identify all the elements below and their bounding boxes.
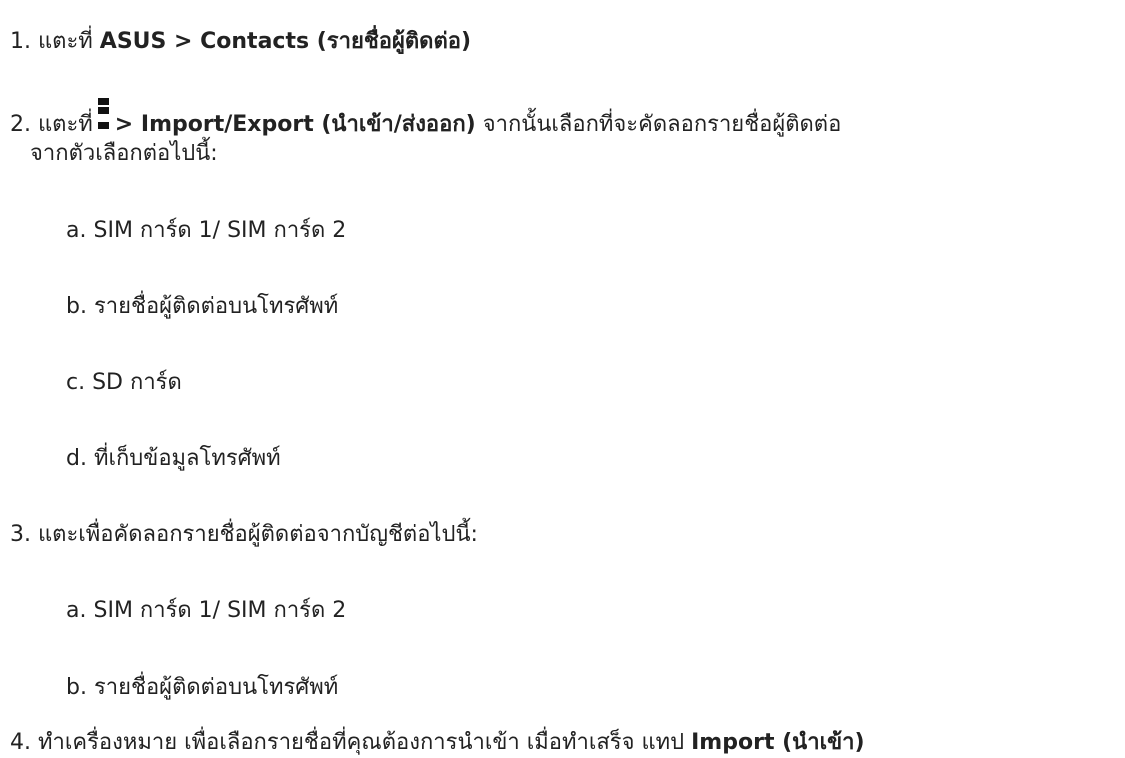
option-letter: c. — [66, 370, 86, 395]
option-text: รายชื่อผู้ติดต่อบนโทรศัพท์ — [93, 294, 339, 319]
option-text: SIM การ์ด 1/ SIM การ์ด 2 — [93, 218, 347, 243]
step-2-number: 2. — [10, 112, 31, 137]
step-2-option-c: c. SD การ์ด — [66, 368, 182, 398]
step-2: 2. แตะที่ > Import/Export (นำเข้า/ส่งออก)… — [10, 98, 842, 140]
step-1: 1. แตะที่ ASUS > Contacts (รายชื่อผู้ติด… — [10, 27, 471, 57]
step-2-text: แตะที่ — [38, 112, 93, 137]
step-4-bold-import: Import (นำเข้า) — [691, 730, 865, 755]
overflow-menu-icon — [97, 98, 111, 140]
step-3: 3. แตะเพื่อคัดลอกรายชื่อผู้ติดต่อจากบัญช… — [10, 520, 478, 550]
option-text: SD การ์ด — [92, 370, 182, 395]
step-2-option-a: a. SIM การ์ด 1/ SIM การ์ด 2 — [66, 216, 346, 246]
option-text: รายชื่อผู้ติดต่อบนโทรศัพท์ — [93, 675, 339, 700]
step-4-text: ทำเครื่องหมาย เพื่อเลือกรายชื่อที่คุณต้อ… — [38, 730, 685, 755]
step-1-bold-path: ASUS > Contacts (รายชื่อผู้ติดต่อ) — [99, 29, 472, 54]
option-text: SIM การ์ด 1/ SIM การ์ด 2 — [93, 598, 347, 623]
step-4: 4. ทำเครื่องหมาย เพื่อเลือกรายชื่อที่คุณ… — [10, 728, 865, 758]
document-page: 1. แตะที่ ASUS > Contacts (รายชื่อผู้ติด… — [0, 0, 1125, 758]
step-2-text-after: จากนั้นเลือกที่จะคัดลอกรายชื่อผู้ติดต่อ — [482, 112, 842, 137]
step-3-option-a: a. SIM การ์ด 1/ SIM การ์ด 2 — [66, 596, 346, 626]
step-3-number: 3. — [10, 522, 31, 547]
step-1-text: แตะที่ — [38, 29, 93, 54]
step-1-number: 1. — [10, 29, 31, 54]
step-2-option-b: b. รายชื่อผู้ติดต่อบนโทรศัพท์ — [66, 292, 338, 322]
step-2-option-d: d. ที่เก็บข้อมูลโทรศัพท์ — [66, 444, 281, 474]
step-3-text: แตะเพื่อคัดลอกรายชื่อผู้ติดต่อจากบัญชีต่… — [38, 522, 478, 547]
option-letter: d. — [66, 446, 87, 471]
option-letter: a. — [66, 598, 87, 623]
step-2-bold-path: > Import/Export (นำเข้า/ส่งออก) — [114, 112, 476, 137]
option-letter: b. — [66, 294, 87, 319]
option-text: ที่เก็บข้อมูลโทรศัพท์ — [93, 446, 281, 471]
step-2-continuation: จากตัวเลือกต่อไปนี้: — [30, 141, 218, 166]
option-letter: a. — [66, 218, 87, 243]
option-letter: b. — [66, 675, 87, 700]
step-3-option-b: b. รายชื่อผู้ติดต่อบนโทรศัพท์ — [66, 673, 338, 703]
step-4-number: 4. — [10, 730, 31, 755]
